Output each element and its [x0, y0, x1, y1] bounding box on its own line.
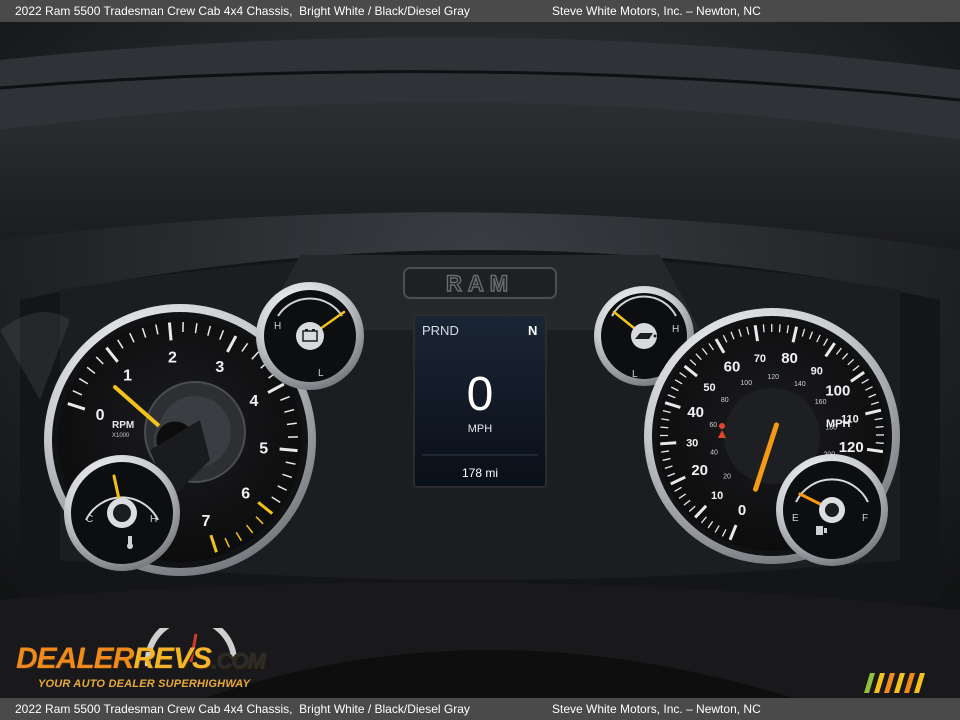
tach-number: 0 — [96, 407, 105, 424]
tach-number: 5 — [259, 441, 268, 458]
tach-number: 7 — [202, 513, 211, 530]
kmh-number: 20 — [723, 474, 731, 481]
oil-gauge-l: L — [632, 369, 638, 380]
prnd-indicator: PRND — [422, 323, 459, 338]
battery-gauge-h: H — [274, 321, 281, 332]
speed-number: 120 — [839, 439, 864, 456]
kmh-number: 100 — [740, 380, 752, 387]
ram-logo-text: RAM — [446, 271, 514, 296]
vehicle-title-bottom: 2022 Ram 5500 Tradesman Crew Cab 4x4 Cha… — [15, 702, 293, 716]
dealerrevs-logo: DEALERREVS.COM — [16, 642, 266, 676]
battery-gauge-l: L — [318, 368, 324, 379]
oil-gauge-h: H — [672, 324, 679, 335]
speed-number: 20 — [691, 462, 708, 479]
vehicle-color: Bright White / Black/Diesel Gray — [299, 4, 470, 18]
ram-logo: RAM — [403, 267, 557, 299]
dealer-name: Steve White Motors, Inc. – Newton, NC — [552, 4, 761, 18]
speed-number: 80 — [781, 350, 798, 367]
speed-number: 40 — [687, 404, 704, 421]
caption-bar-top: 2022 Ram 5500 Tradesman Crew Cab 4x4 Cha… — [0, 0, 960, 22]
speed-tick — [778, 324, 781, 333]
kmh-number: 140 — [794, 381, 806, 388]
dealerrevs-tagline: YOUR AUTO DEALER SUPERHIGHWAY — [38, 678, 251, 690]
caption-bar-bottom: 2022 Ram 5500 Tradesman Crew Cab 4x4 Cha… — [0, 698, 960, 720]
fuel-gauge-e: E — [792, 513, 799, 524]
tach-sublabel: X1000 — [112, 433, 130, 439]
battery-gauge: H L — [256, 282, 364, 390]
speed-number: 70 — [754, 353, 766, 365]
speed-number: 30 — [686, 438, 698, 450]
tach-number: 6 — [241, 485, 250, 502]
dealer-name-bottom: Steve White Motors, Inc. – Newton, NC — [552, 702, 761, 716]
speedometer-unit: MPH — [826, 418, 851, 430]
tach-label: RPM — [112, 420, 134, 431]
logo-part-com: .COM — [211, 648, 265, 673]
speed-number: 0 — [738, 502, 746, 519]
vehicle-title: 2022 Ram 5500 Tradesman Crew Cab 4x4 Cha… — [15, 4, 293, 18]
speed-number: 60 — [724, 359, 741, 376]
digital-speed: 0 — [467, 368, 494, 421]
kmh-number: 80 — [721, 397, 729, 404]
dealerrevs-watermark: DEALERREVS.COM YOUR AUTO DEALER SUPERHIG… — [12, 628, 272, 696]
kmh-number: 40 — [710, 449, 718, 456]
speed-number: 100 — [825, 382, 850, 399]
kmh-number: 160 — [815, 399, 827, 406]
speed-tick — [875, 425, 884, 428]
digital-speed-unit: MPH — [468, 423, 493, 435]
speed-tick — [875, 442, 884, 444]
left-gauge-c: C — [86, 514, 93, 525]
tach-tick — [167, 322, 173, 341]
tach-number: 2 — [168, 349, 177, 366]
instrument-cluster-photo: RAM PRND N 0 MPH 178 mi 0 1 2 3 4 5 6 7 RPM X10… — [0, 22, 960, 698]
speed-tick — [660, 426, 669, 429]
logo-part-revs: REVS — [133, 642, 212, 675]
tach-number: 1 — [123, 367, 132, 384]
fuel-gauge-f: F — [862, 513, 868, 524]
speed-tick — [660, 441, 677, 446]
stripes-logo-icon — [864, 673, 925, 693]
logo-part-dealer: DEALER — [16, 642, 134, 675]
kmh-number: 60 — [709, 422, 717, 429]
speed-number: 90 — [811, 366, 823, 378]
odometer: 178 mi — [462, 466, 498, 480]
kmh-number: 120 — [767, 374, 779, 381]
speed-number: 10 — [711, 490, 723, 502]
fuel-gauge: E F — [776, 454, 888, 566]
tach-number: 3 — [215, 359, 224, 376]
tach-number: 4 — [250, 393, 259, 410]
center-display: PRND N 0 MPH 178 mi — [413, 314, 547, 488]
speed-number: 50 — [703, 382, 715, 394]
left-gauge-h: H — [150, 514, 157, 525]
tach-tick — [279, 447, 298, 453]
gear-indicator: N — [528, 323, 537, 338]
speed-tick — [762, 324, 765, 333]
vehicle-color-bottom: Bright White / Black/Diesel Gray — [299, 702, 470, 716]
